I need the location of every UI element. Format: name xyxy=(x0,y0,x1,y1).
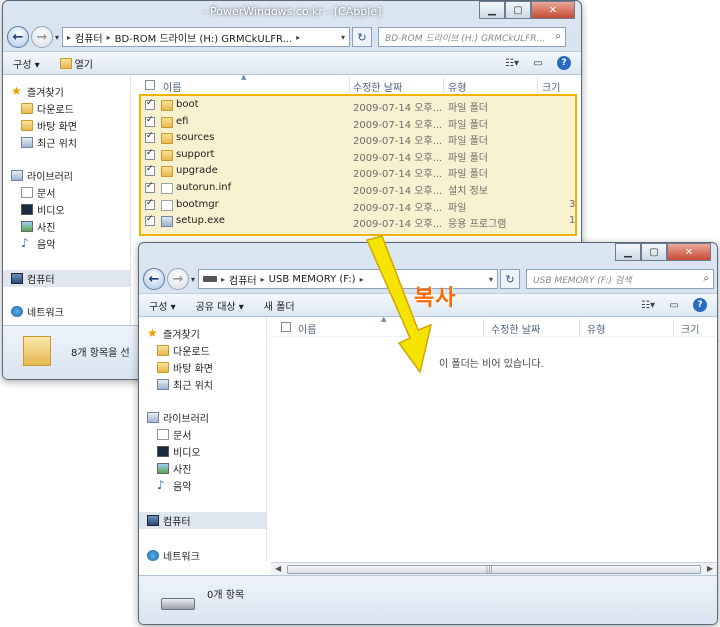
copy-label: 복사 xyxy=(414,286,457,311)
copy-arrow xyxy=(365,235,433,374)
